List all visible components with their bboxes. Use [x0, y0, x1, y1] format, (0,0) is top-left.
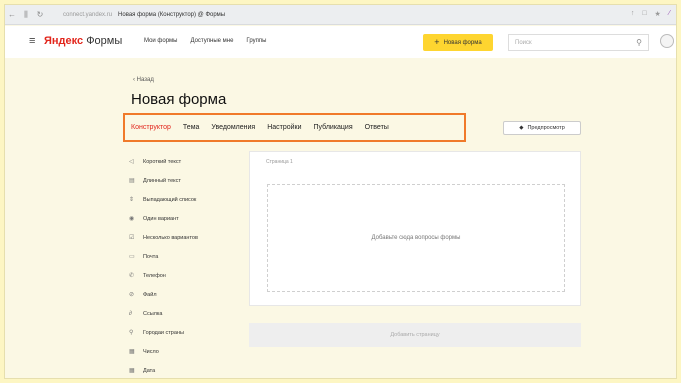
add-page-button[interactable]: Добавить страницу: [249, 323, 581, 347]
tab-publication[interactable]: Публикация: [314, 124, 353, 131]
top-nav: Мои формы Доступные мне Группы: [144, 38, 266, 44]
form-page-card: Страница 1 Добавьте сюда вопросы формы: [249, 151, 581, 306]
logo[interactable]: Яндекс Формы: [44, 35, 122, 47]
phone-icon: ✆: [129, 273, 135, 279]
new-form-label: Новая форма: [443, 39, 482, 46]
star-icon[interactable]: ★: [655, 10, 661, 18]
search-input[interactable]: Поиск ⚲: [508, 34, 649, 51]
menu-icon[interactable]: ≡: [29, 36, 35, 47]
pen-icon[interactable]: ⁄: [669, 10, 670, 18]
avatar[interactable]: [660, 34, 674, 48]
dropdown-icon: ⇕: [129, 197, 135, 203]
field-type-number[interactable]: ▦ Число: [129, 342, 198, 361]
search-icon[interactable]: ⚲: [636, 38, 642, 47]
field-type-label: Несколько вариантов: [143, 234, 198, 241]
tab-notifications[interactable]: Уведомления: [211, 124, 255, 131]
back-arrow-icon[interactable]: ←: [5, 10, 19, 19]
nav-shared-forms[interactable]: Доступные мне: [190, 38, 233, 44]
mail-icon: ▭: [129, 254, 135, 260]
field-type-label: Почта: [143, 253, 159, 260]
link-icon: ∂: [129, 310, 132, 317]
dropzone-hint: Добавьте сюда вопросы формы: [371, 235, 461, 241]
tab-theme[interactable]: Тема: [183, 124, 199, 131]
add-page-label: Добавить страницу: [390, 332, 440, 338]
field-type-label: Ссылка: [143, 310, 163, 317]
field-type-label: Один вариант: [143, 215, 179, 222]
screenshot-frame: ← ⫼ ↻ connect.yandex.ru Новая форма (Кон…: [4, 4, 677, 379]
location-icon: ⚲: [129, 330, 134, 336]
browser-bar: ← ⫼ ↻ connect.yandex.ru Новая форма (Кон…: [5, 5, 676, 25]
field-type-email[interactable]: ▭ Почта: [129, 247, 198, 266]
question-dropzone[interactable]: Добавьте сюда вопросы формы: [267, 184, 565, 292]
eye-icon: ◆: [519, 125, 524, 131]
field-type-dropdown[interactable]: ⇕ Выпадающий список: [129, 190, 198, 209]
app-header: ≡ Яндекс Формы Мои формы Доступные мне Г…: [5, 26, 676, 58]
field-type-label: Выпадающий список: [143, 196, 197, 203]
logo-brand: Яндекс: [44, 35, 84, 47]
back-link[interactable]: ‹ Назад: [133, 77, 154, 83]
field-type-single-choice[interactable]: ◉ Один вариант: [129, 209, 198, 228]
number-icon: ▦: [129, 349, 135, 355]
bookmark-icon[interactable]: ⫼: [19, 10, 33, 20]
search-placeholder: Поиск: [515, 39, 532, 46]
field-type-label: Телефон: [143, 272, 166, 279]
field-type-cities[interactable]: ⚲ Городаи страны: [129, 323, 198, 342]
tab-constructor[interactable]: Конструктор: [131, 124, 171, 131]
field-type-label: Число: [143, 348, 159, 355]
nav-my-forms[interactable]: Мои формы: [144, 38, 177, 44]
tabs-bar: Конструктор Тема Уведомления Настройки П…: [123, 113, 466, 142]
checkbox-icon: ☑: [129, 235, 135, 241]
reload-icon[interactable]: ↻: [33, 10, 47, 19]
tab-answers[interactable]: Ответы: [365, 124, 389, 131]
tab-settings[interactable]: Настройки: [267, 124, 301, 131]
preview-label: Предпросмотр: [527, 125, 565, 131]
paperclip-icon: ⊘: [129, 292, 135, 298]
radio-icon: ◉: [129, 216, 135, 222]
window-icon[interactable]: □: [642, 10, 646, 18]
page-label: Страница 1: [266, 159, 293, 165]
field-type-long-text[interactable]: ▤ Длинный текст: [129, 171, 198, 190]
field-type-phone[interactable]: ✆ Телефон: [129, 266, 198, 285]
nav-groups[interactable]: Группы: [246, 38, 266, 44]
new-form-button[interactable]: + Новая форма: [423, 34, 493, 51]
logo-product: Формы: [83, 35, 123, 47]
field-type-label: Городаи страны: [143, 329, 184, 336]
plus-icon: +: [434, 37, 440, 47]
field-type-label: Длинный текст: [143, 177, 181, 184]
field-type-short-text[interactable]: ◁ Короткий текст: [129, 152, 198, 171]
address-bar-url[interactable]: connect.yandex.ru: [63, 12, 112, 18]
share-icon[interactable]: ↑: [631, 10, 635, 18]
browser-page-title: Новая форма (Конструктор) @ Формы: [118, 11, 226, 18]
field-type-list: ◁ Короткий текст ▤ Длинный текст ⇕ Выпадающ…: [129, 152, 198, 378]
field-type-link[interactable]: ∂ Ссылка: [129, 304, 198, 323]
long-text-icon: ▤: [129, 178, 135, 184]
field-type-file[interactable]: ⊘ Файл: [129, 285, 198, 304]
short-text-icon: ◁: [129, 159, 134, 165]
calendar-icon: ▦: [129, 368, 135, 374]
field-type-label: Короткий текст: [143, 158, 182, 165]
field-type-multiple-choice[interactable]: ☑ Несколько вариантов: [129, 228, 198, 247]
page-title: Новая форма: [131, 91, 227, 108]
field-type-date[interactable]: ▦ Дата: [129, 361, 198, 378]
field-type-label: Дата: [143, 367, 156, 374]
preview-button[interactable]: ◆ Предпросмотр: [503, 121, 581, 135]
field-type-label: Файл: [143, 291, 157, 298]
